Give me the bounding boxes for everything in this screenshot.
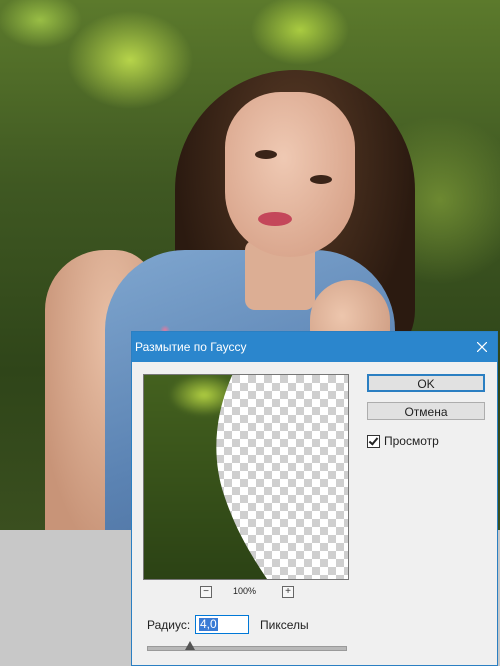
preview-checkbox[interactable]: Просмотр bbox=[367, 434, 439, 448]
dialog-titlebar[interactable]: Размытие по Гауссу bbox=[132, 332, 497, 362]
photo-eye-right bbox=[310, 175, 332, 184]
preview-checkbox-label: Просмотр bbox=[384, 434, 439, 448]
radius-units-label: Пикселы bbox=[260, 618, 309, 632]
zoom-level: 100% bbox=[233, 586, 257, 596]
checkbox-checked-icon[interactable] bbox=[367, 434, 380, 448]
cancel-button[interactable]: Отмена bbox=[367, 402, 485, 420]
close-icon bbox=[477, 342, 487, 352]
close-button[interactable] bbox=[467, 332, 497, 362]
preview-image bbox=[143, 374, 294, 580]
photo-lips bbox=[258, 212, 292, 226]
photo-face bbox=[225, 92, 355, 257]
ok-button[interactable]: OK bbox=[367, 374, 485, 392]
radius-label: Радиус: bbox=[147, 618, 191, 632]
radius-slider-thumb[interactable] bbox=[185, 641, 195, 650]
gaussian-blur-dialog: Размытие по Гауссу − 100% + OK Отмена Пр… bbox=[131, 331, 498, 666]
preview-canvas[interactable] bbox=[143, 374, 349, 580]
zoom-out-button[interactable]: − bbox=[200, 586, 212, 598]
photo-eye-left bbox=[255, 150, 277, 159]
zoom-in-button[interactable]: + bbox=[282, 586, 294, 598]
radius-slider-track[interactable] bbox=[147, 646, 347, 651]
radius-input-text: 4,0 bbox=[199, 617, 218, 631]
dialog-title: Размытие по Гауссу bbox=[135, 340, 247, 354]
